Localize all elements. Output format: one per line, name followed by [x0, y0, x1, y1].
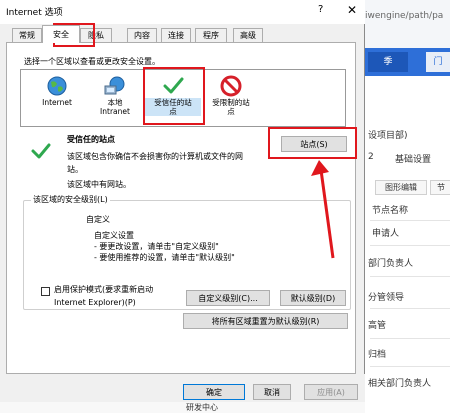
top-bar-button[interactable]: 季: [368, 52, 408, 72]
annotation-highlight-sites-button: [268, 127, 357, 159]
step-label[interactable]: 基础设置: [395, 152, 431, 165]
network-icon: [104, 76, 125, 95]
table-row[interactable]: 分管领导: [368, 290, 404, 303]
selected-zone-description: 该区域包含你确信不会损害你的计算机或文件的网: [67, 152, 243, 161]
selected-zone-title: 受信任的站点: [67, 135, 115, 144]
zone-restricted-sites[interactable]: 受限制的站 点: [203, 74, 259, 124]
tab-content[interactable]: 内容: [127, 28, 157, 42]
zone-internet[interactable]: Internet: [29, 74, 85, 124]
help-button[interactable]: ?: [318, 4, 323, 15]
globe-icon: [47, 76, 67, 96]
close-button[interactable]: ✕: [347, 3, 357, 17]
selected-zone-checkmark-icon: [31, 143, 51, 159]
zone-local-intranet[interactable]: 本地 Intranet: [87, 74, 143, 124]
apply-button[interactable]: 应用(A): [304, 384, 358, 400]
step-number: 2: [368, 152, 374, 162]
table-row[interactable]: 申请人: [372, 226, 399, 239]
top-bar-button-2[interactable]: 门: [426, 52, 450, 72]
protected-mode-label-2: Internet Explorer)(P): [54, 298, 136, 307]
annotation-highlight-trusted-zone: [143, 67, 205, 125]
project-label: 设项目部): [368, 131, 408, 141]
default-level-button[interactable]: 默认级别(D): [280, 290, 346, 306]
table-row[interactable]: 部门负责人: [368, 256, 413, 269]
protected-mode-label-1: 启用保护模式(要求重新启动: [54, 285, 154, 294]
tab-connections[interactable]: 连接: [161, 28, 191, 42]
tab-security[interactable]: 安全: [42, 25, 80, 43]
zone-label: 受限制的站 点: [212, 98, 250, 116]
selected-zone-description-3: 该区域中有网站。: [67, 180, 131, 189]
restricted-icon: [220, 75, 242, 97]
column-header-node-name: 节点名称: [372, 206, 409, 216]
selected-zone-description-2: 站。: [67, 165, 83, 174]
table-row[interactable]: 高管: [368, 318, 386, 331]
row-divider: [370, 220, 450, 221]
row-divider: [370, 308, 450, 309]
row-divider: [370, 276, 450, 277]
ok-button[interactable]: 确定: [183, 384, 245, 400]
security-level-label: 该区域的安全级别(L): [31, 194, 110, 205]
title-bar: Internet 选项 ? ✕: [0, 0, 365, 24]
dialog-title: Internet 选项: [6, 8, 63, 18]
underlying-window-strip: [0, 402, 365, 413]
tab-advanced[interactable]: 高级: [233, 28, 263, 42]
underlying-row-text: 研发中心: [186, 403, 218, 412]
zone-label: 本地 Intranet: [100, 98, 130, 116]
reset-all-zones-button[interactable]: 将所有区域重置为默认级别(R): [183, 313, 348, 329]
tab-other[interactable]: 节: [430, 180, 450, 195]
row-divider: [370, 338, 450, 339]
row-divider: [370, 245, 450, 246]
tab-programs[interactable]: 程序: [195, 28, 227, 42]
custom-description-line-3: - 要使用推荐的设置，请单击"默认级别": [94, 253, 235, 262]
custom-level-button[interactable]: 自定义级别(C)...: [186, 290, 270, 306]
annotation-arrow: [311, 160, 335, 259]
row-divider: [370, 366, 450, 367]
custom-level-title: 自定义: [86, 215, 110, 224]
address-bar-url: iwengine/path/pa: [365, 11, 444, 21]
cancel-button[interactable]: 取消: [253, 384, 291, 400]
protected-mode-checkbox[interactable]: [41, 287, 50, 296]
table-row[interactable]: 归档: [368, 347, 386, 360]
zone-label: Internet: [42, 98, 72, 107]
tab-general[interactable]: 常规: [12, 28, 42, 42]
tab-graph-edit[interactable]: 图形编辑: [375, 180, 427, 195]
table-row[interactable]: 相关部门负责人: [368, 376, 431, 389]
zone-instruction: 选择一个区域以查看或更改安全设置。: [24, 57, 160, 66]
